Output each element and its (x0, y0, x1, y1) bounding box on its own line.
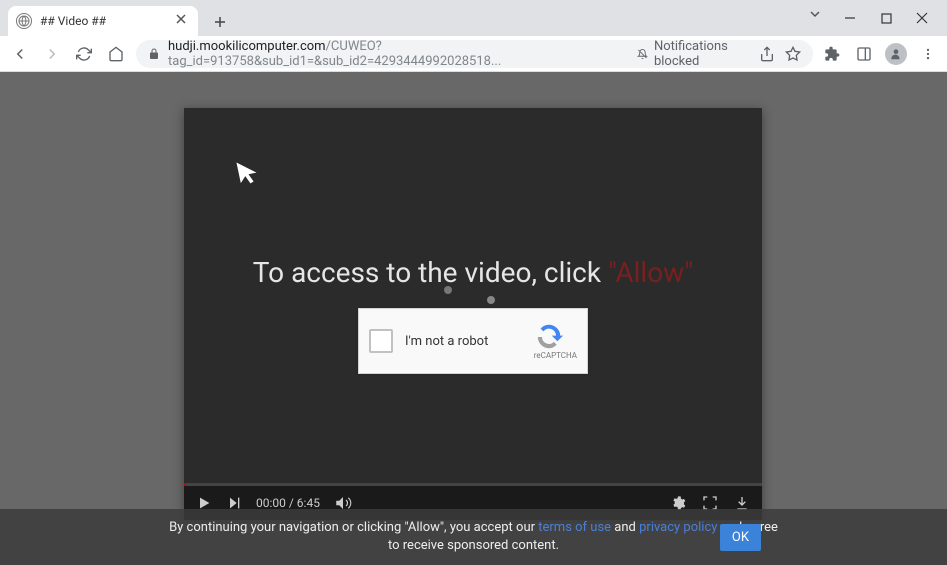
video-time: 00:00 / 6:45 (256, 496, 320, 510)
recaptcha-checkbox[interactable] (369, 329, 393, 353)
omnibox-right: Notifications blocked (637, 39, 801, 69)
globe-icon (16, 13, 32, 29)
address-bar[interactable]: hudji.mookilicomputer.com/CUWEO?tag_id=9… (136, 40, 813, 68)
page-content: To access to the video, click "Allow" I'… (0, 72, 947, 565)
url-text: hudji.mookilicomputer.com/CUWEO?tag_id=9… (168, 39, 629, 69)
recaptcha-label: I'm not a robot (405, 334, 488, 349)
forward-button (40, 42, 64, 66)
privacy-link[interactable]: privacy policy (639, 520, 717, 535)
home-button[interactable] (104, 42, 128, 66)
maximize-button[interactable] (877, 9, 895, 27)
tabs-dropdown-icon[interactable] (809, 8, 821, 20)
close-window-button[interactable] (913, 9, 931, 27)
sidepanel-icon[interactable] (853, 43, 875, 65)
recaptcha-box[interactable]: I'm not a robot reCAPTCHA (358, 308, 588, 374)
access-message: To access to the video, click "Allow" (184, 256, 762, 290)
profile-avatar[interactable] (885, 43, 907, 65)
share-icon[interactable] (759, 46, 775, 62)
window-controls (841, 0, 943, 36)
recaptcha-logo: reCAPTCHA (534, 323, 577, 360)
cursor-arrow-icon (234, 158, 262, 186)
consent-text: By continuing your navigation or clickin… (164, 519, 784, 555)
browser-toolbar: hudji.mookilicomputer.com/CUWEO?tag_id=9… (0, 36, 947, 72)
tab-title: ## Video ## (40, 14, 168, 28)
extensions-icon[interactable] (821, 43, 843, 65)
video-player: To access to the video, click "Allow" I'… (184, 108, 762, 520)
browser-tab[interactable]: ## Video ## (8, 6, 198, 36)
reload-button[interactable] (72, 42, 96, 66)
toolbar-right (821, 43, 939, 65)
consent-banner: By continuing your navigation or clickin… (0, 509, 947, 565)
bookmark-icon[interactable] (785, 46, 801, 62)
tab-close-icon[interactable] (176, 14, 190, 28)
new-tab-button[interactable] (206, 8, 234, 36)
minimize-button[interactable] (841, 9, 859, 27)
bell-off-icon (637, 47, 648, 61)
browser-titlebar: ## Video ## (0, 0, 947, 36)
notifications-blocked-indicator[interactable]: Notifications blocked (637, 39, 749, 69)
lock-icon (148, 47, 160, 61)
back-button[interactable] (8, 42, 32, 66)
menu-icon[interactable] (917, 43, 939, 65)
terms-link[interactable]: terms of use (538, 520, 611, 535)
consent-ok-button[interactable]: OK (720, 524, 761, 551)
